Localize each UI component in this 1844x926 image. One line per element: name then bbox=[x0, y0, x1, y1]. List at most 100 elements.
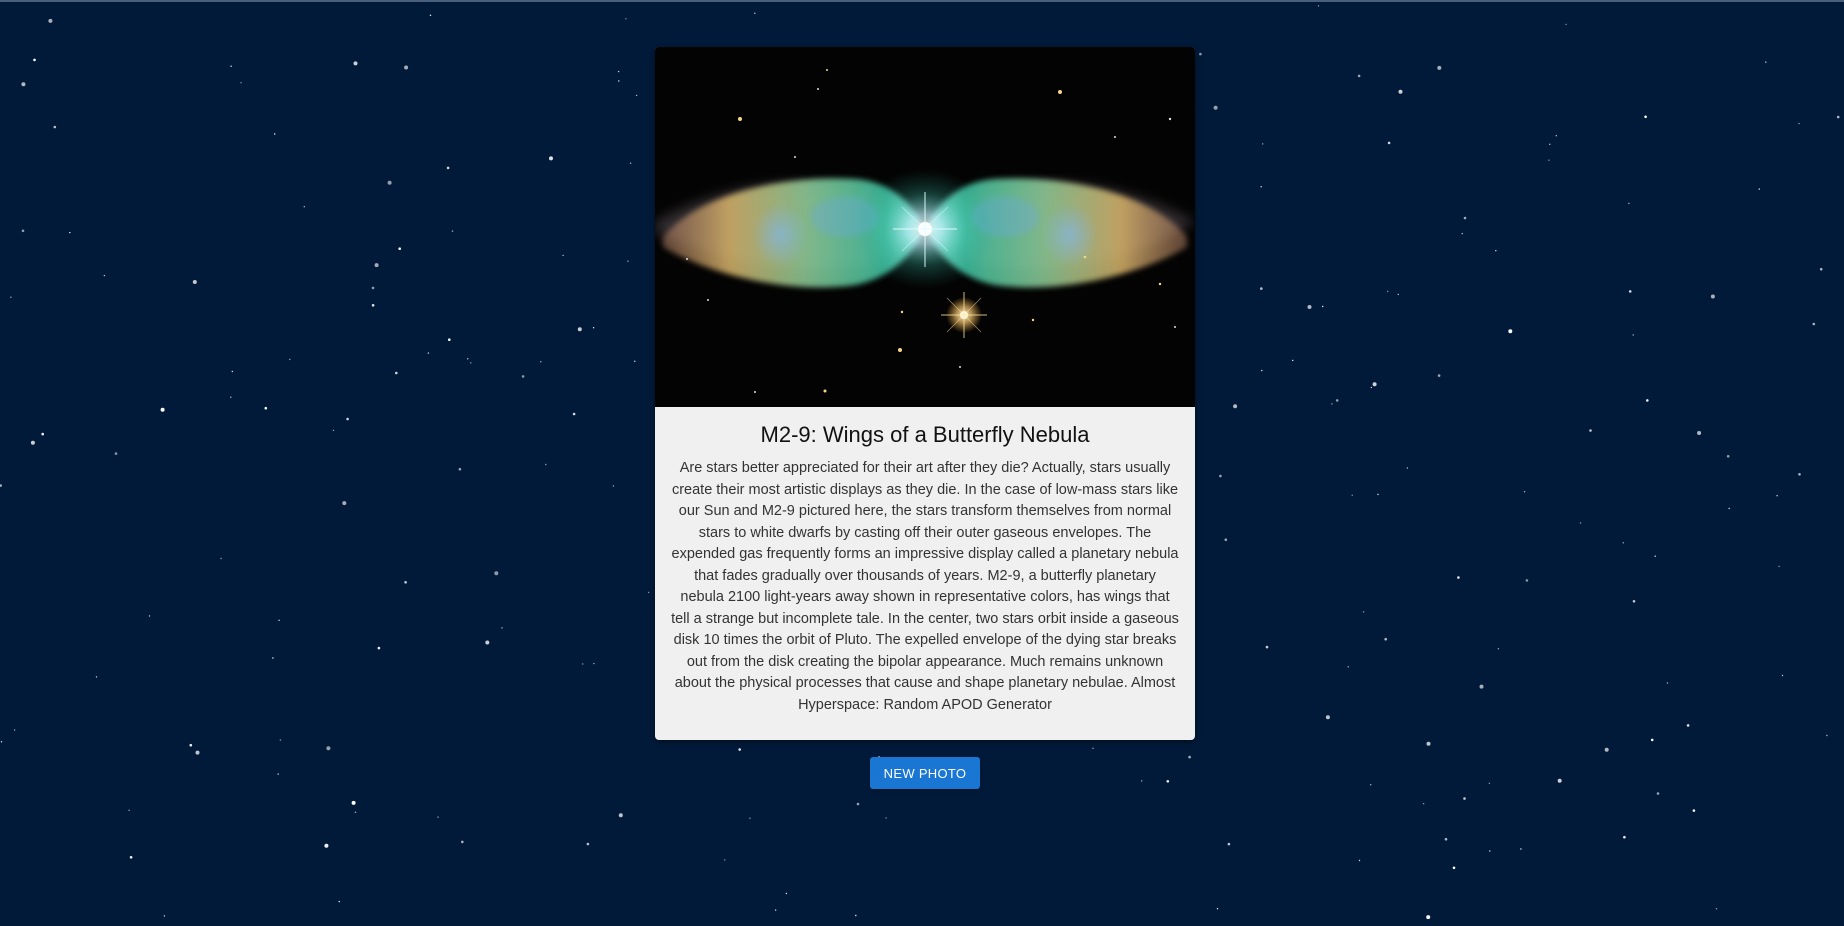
background-star bbox=[189, 743, 193, 747]
apod-explanation: Are stars better appreciated for their a… bbox=[671, 460, 1179, 713]
background-star bbox=[461, 840, 464, 844]
background-star bbox=[1710, 294, 1715, 299]
background-star bbox=[562, 254, 564, 257]
background-star bbox=[446, 166, 450, 170]
background-star bbox=[1437, 65, 1442, 70]
background-star bbox=[1579, 522, 1582, 524]
background-star bbox=[192, 280, 197, 284]
background-star bbox=[274, 133, 276, 135]
background-star bbox=[1233, 404, 1238, 409]
apod-card: M2-9: Wings of a Butterfly Nebula Are st… bbox=[655, 47, 1195, 740]
background-star bbox=[458, 467, 462, 471]
background-star bbox=[1628, 290, 1632, 293]
background-star bbox=[0, 741, 3, 743]
background-star bbox=[427, 352, 430, 354]
background-star bbox=[1549, 143, 1551, 145]
background-star bbox=[371, 286, 375, 290]
background-star bbox=[885, 817, 887, 819]
background-star bbox=[629, 162, 632, 164]
background-star bbox=[48, 18, 53, 23]
background-star bbox=[371, 304, 375, 307]
background-star bbox=[1262, 143, 1264, 145]
background-star bbox=[592, 327, 595, 329]
background-star bbox=[338, 900, 340, 903]
background-star bbox=[1497, 648, 1500, 650]
background-star bbox=[398, 247, 402, 250]
background-star bbox=[1335, 399, 1339, 402]
background-star bbox=[1463, 797, 1466, 800]
background-star bbox=[1666, 682, 1669, 684]
background-star bbox=[230, 396, 232, 398]
background-star bbox=[1426, 915, 1431, 920]
background-star bbox=[1728, 507, 1730, 510]
background-star bbox=[1351, 494, 1353, 496]
background-star bbox=[1650, 738, 1654, 742]
background-star bbox=[220, 557, 222, 560]
background-star bbox=[279, 739, 282, 741]
background-star bbox=[1406, 467, 1409, 469]
background-star bbox=[1495, 250, 1497, 252]
background-star bbox=[1141, 780, 1143, 782]
background-star bbox=[501, 627, 503, 629]
background-star bbox=[1444, 837, 1448, 841]
background-star bbox=[114, 452, 118, 455]
background-star bbox=[1623, 835, 1626, 839]
background-star bbox=[69, 231, 71, 234]
background-star bbox=[1836, 115, 1840, 119]
background-star bbox=[103, 274, 106, 277]
background-star bbox=[1778, 565, 1780, 568]
background-star bbox=[1548, 159, 1550, 161]
background-star bbox=[53, 125, 57, 129]
background-star bbox=[1265, 645, 1269, 649]
background-star bbox=[1227, 842, 1231, 846]
background-star bbox=[1781, 674, 1784, 677]
background-star bbox=[1557, 778, 1562, 783]
background-star bbox=[785, 892, 788, 895]
background-star bbox=[1488, 782, 1491, 784]
new-photo-button[interactable]: NEW PHOTO bbox=[870, 757, 980, 789]
background-star bbox=[485, 640, 490, 645]
background-star bbox=[1307, 305, 1312, 309]
background-star bbox=[1622, 542, 1625, 544]
background-star bbox=[346, 417, 349, 421]
background-star bbox=[33, 58, 36, 62]
background-star bbox=[1188, 755, 1191, 759]
background-star bbox=[617, 70, 620, 73]
background-star bbox=[303, 206, 305, 208]
background-star bbox=[1219, 474, 1222, 478]
background-star bbox=[635, 94, 638, 97]
background-star bbox=[545, 463, 547, 466]
background-star bbox=[272, 657, 274, 659]
background-star bbox=[634, 360, 636, 362]
background-star bbox=[1776, 495, 1778, 497]
background-star bbox=[470, 362, 472, 364]
background-star bbox=[1347, 666, 1349, 668]
background-star bbox=[231, 370, 233, 373]
background-star bbox=[13, 729, 16, 731]
background-star bbox=[1398, 89, 1403, 94]
background-star bbox=[1765, 61, 1767, 63]
background-star bbox=[494, 571, 499, 576]
background-star bbox=[129, 856, 133, 859]
background-star bbox=[754, 12, 756, 14]
background-star bbox=[437, 816, 439, 818]
background-star bbox=[289, 358, 291, 361]
background-star bbox=[1377, 493, 1379, 496]
background-star bbox=[1387, 141, 1391, 145]
background-star bbox=[1322, 305, 1324, 308]
background-star bbox=[278, 619, 280, 621]
apod-photo bbox=[655, 47, 1195, 407]
background-star bbox=[1463, 216, 1467, 220]
background-star bbox=[1632, 334, 1634, 336]
background-star bbox=[1798, 122, 1800, 125]
background-star bbox=[404, 65, 409, 70]
background-star bbox=[1520, 848, 1522, 850]
background-star bbox=[1362, 611, 1365, 613]
background-star bbox=[148, 615, 151, 617]
background-star bbox=[1387, 290, 1389, 293]
background-star bbox=[21, 229, 25, 233]
background-star bbox=[1213, 105, 1218, 110]
background-star bbox=[1555, 135, 1558, 137]
background-star bbox=[1437, 374, 1441, 377]
apod-title: M2-9: Wings of a Butterfly Nebula bbox=[760, 422, 1090, 447]
